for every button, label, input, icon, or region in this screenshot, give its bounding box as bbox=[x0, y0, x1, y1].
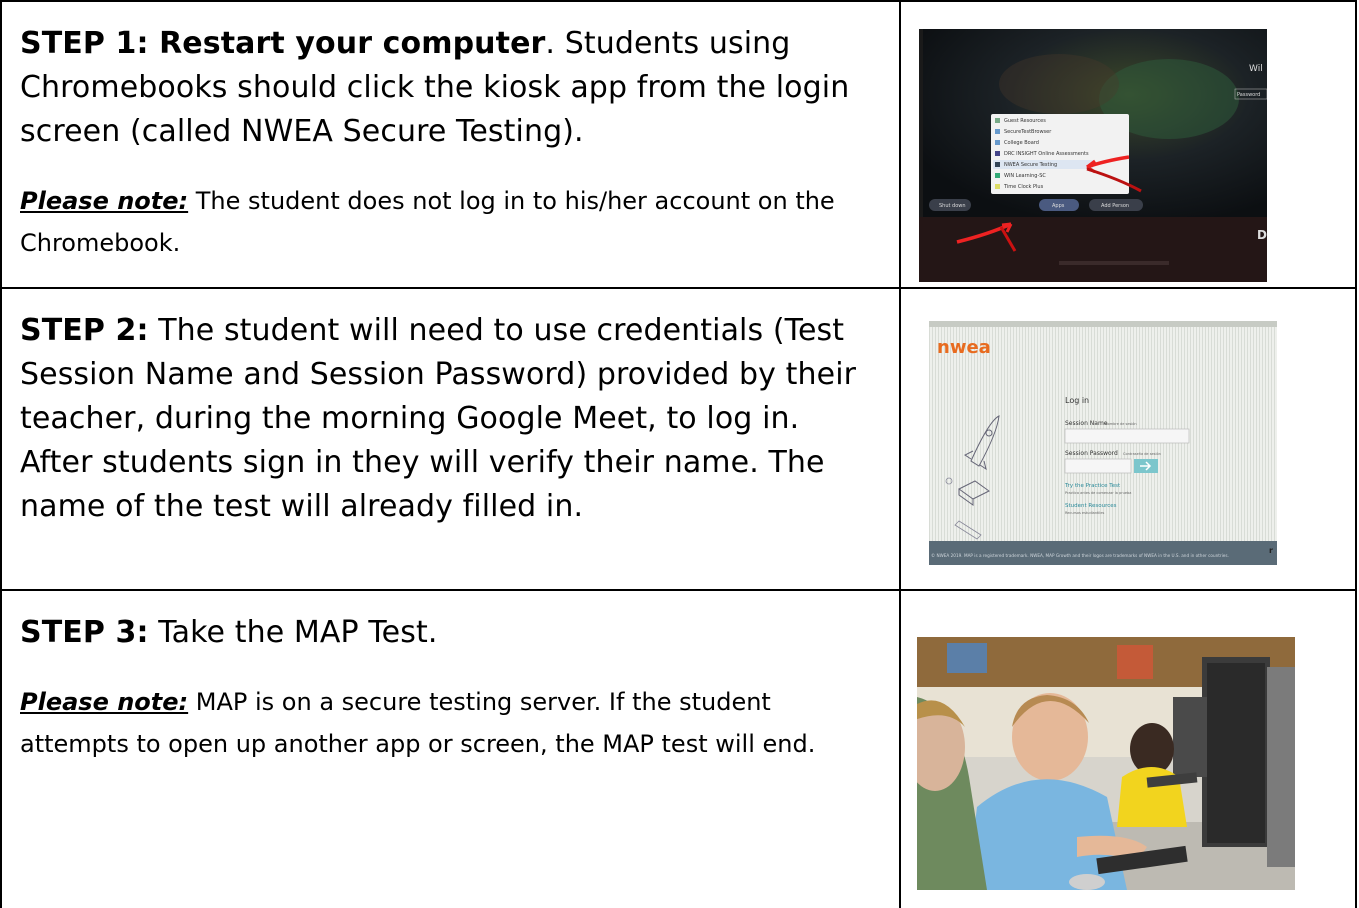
add-person-button[interactable]: Add Person bbox=[1101, 203, 1129, 209]
step-1-label: STEP 1: Restart your computer bbox=[20, 26, 546, 61]
step-3-label: STEP 3: bbox=[20, 615, 149, 650]
svg-text:D: D bbox=[1257, 228, 1267, 242]
practice-test-link[interactable]: Try the Practice Test bbox=[1064, 483, 1121, 489]
session-name-input[interactable] bbox=[1064, 428, 1189, 444]
svg-text:r: r bbox=[1269, 546, 1273, 555]
step-1-paragraph: STEP 1: Restart your computer. Students … bbox=[20, 22, 881, 154]
step-2-image-cell: © NWEA 2019. MAP is a registered tradema… bbox=[898, 287, 1358, 591]
step-row-1: STEP 1: Restart your computer. Students … bbox=[0, 0, 1358, 289]
nwea-footer: © NWEA 2019. MAP is a registered tradema… bbox=[931, 553, 1229, 558]
step-row-2: STEP 2: The student will need to use cre… bbox=[0, 287, 1358, 591]
student-resources-link[interactable]: Student Resources bbox=[1065, 503, 1117, 509]
chromebook-login-photo: Wil Password Guest Resources SecureTestB… bbox=[918, 29, 1267, 282]
step-3-paragraph: STEP 3: Take the MAP Test. bbox=[20, 611, 881, 655]
menu-item[interactable]: SecureTestBrowser bbox=[1004, 129, 1052, 135]
student-resources-es: Recursos estudiantiles bbox=[1065, 511, 1105, 515]
step-2-text-cell: STEP 2: The student will need to use cre… bbox=[0, 287, 901, 591]
practice-test-es: Practica antes de comenzar la prueba bbox=[1065, 491, 1131, 495]
step-1-note-label: Please note: bbox=[20, 187, 189, 215]
step-2-label: STEP 2: bbox=[20, 313, 149, 348]
students-testing-photo bbox=[916, 637, 1295, 890]
session-password-input[interactable] bbox=[1064, 458, 1131, 474]
steps-table: STEP 1: Restart your computer. Students … bbox=[0, 0, 1358, 908]
step-3-image-cell bbox=[898, 589, 1358, 908]
session-name-label: Session Name bbox=[1065, 420, 1108, 427]
password-label: Password bbox=[1237, 92, 1260, 98]
menu-item[interactable]: College Board bbox=[1004, 140, 1039, 146]
step-1-note: Please note: The student does not log in… bbox=[20, 180, 881, 264]
step-1-image-cell: Wil Password Guest Resources SecureTestB… bbox=[898, 0, 1358, 289]
session-password-label: Session Password bbox=[1065, 450, 1118, 457]
menu-item[interactable]: Guest Resources bbox=[1004, 118, 1046, 124]
shut-down-button[interactable]: Shut down bbox=[939, 203, 966, 209]
nwea-login-photo: © NWEA 2019. MAP is a registered tradema… bbox=[928, 321, 1277, 565]
session-name-label-es: Nombre de sesión bbox=[1105, 422, 1137, 426]
step-3-note-label: Please note: bbox=[20, 688, 189, 716]
step-3-note: Please note: MAP is on a secure testing … bbox=[20, 681, 881, 765]
menu-item[interactable]: WIN Learning-SC bbox=[1004, 173, 1046, 179]
nwea-logo: nwea bbox=[937, 337, 991, 358]
menu-item[interactable]: Time Clock Plus bbox=[1003, 184, 1044, 190]
menu-item[interactable]: DRC INSIGHT Online Assessments bbox=[1004, 151, 1089, 157]
step-row-3: STEP 3: Take the MAP Test. Please note: … bbox=[0, 589, 1358, 908]
menu-item[interactable]: NWEA Secure Testing bbox=[1004, 162, 1057, 168]
step-3-text: Take the MAP Test. bbox=[148, 615, 438, 650]
corner-text: Wil bbox=[1249, 64, 1263, 74]
login-heading: Log in bbox=[1065, 396, 1089, 405]
apps-button[interactable]: Apps bbox=[1052, 203, 1065, 209]
session-password-label-es: Contraseña de sesión bbox=[1123, 452, 1161, 456]
step-3-text-cell: STEP 3: Take the MAP Test. Please note: … bbox=[0, 589, 901, 908]
step-2-paragraph: STEP 2: The student will need to use cre… bbox=[20, 309, 881, 529]
step-1-text-cell: STEP 1: Restart your computer. Students … bbox=[0, 0, 901, 289]
apps-menu: Guest Resources SecureTestBrowser Colleg… bbox=[990, 114, 1129, 194]
